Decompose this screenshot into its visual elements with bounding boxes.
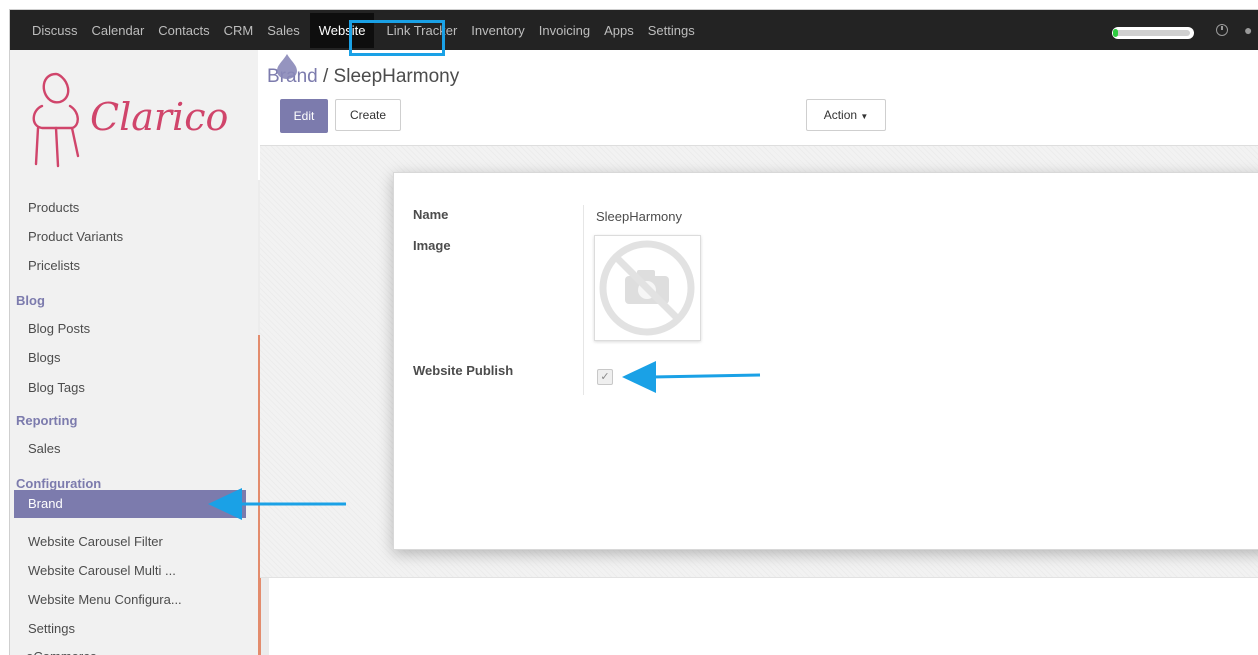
website-highlight-box xyxy=(349,20,445,56)
sidebar-item-ecommerce-label: eCommerce xyxy=(26,649,97,655)
website-publish-label: Website Publish xyxy=(413,363,514,378)
sidebar-item-settings[interactable]: Settings xyxy=(28,621,75,636)
logo-mark: Clarico xyxy=(32,72,228,168)
form-sheet: Name Image Website Publish SleepHarmony … xyxy=(393,172,1258,550)
progress-lead xyxy=(1113,29,1118,37)
sidebar-item-menu-configuration[interactable]: Website Menu Configura... xyxy=(28,592,182,607)
sidebar-item-blog-tags[interactable]: Blog Tags xyxy=(28,380,85,395)
action-dropdown-button[interactable]: Action ▼ xyxy=(806,99,886,131)
drop-cursor-icon xyxy=(277,54,297,79)
name-value: SleepHarmony xyxy=(596,209,682,224)
menu-settings[interactable]: Settings xyxy=(648,23,695,38)
app-window: Discuss Calendar Contacts CRM Sales Webs… xyxy=(9,9,1258,655)
top-menu-bar: Discuss Calendar Contacts CRM Sales Webs… xyxy=(10,10,1258,50)
website-publish-checkbox[interactable]: ✓ xyxy=(597,369,613,385)
menu-invoicing[interactable]: Invoicing xyxy=(539,23,590,38)
sidebar-item-pricelists[interactable]: Pricelists xyxy=(28,258,80,273)
menu-apps[interactable]: Apps xyxy=(604,23,634,38)
sidebar-item-brand-label: Brand xyxy=(28,496,63,511)
publish-annotation-arrow xyxy=(622,361,761,393)
menu-crm[interactable]: CRM xyxy=(224,23,254,38)
edit-button[interactable]: Edit xyxy=(280,99,328,133)
sidebar-item-product-variants[interactable]: Product Variants xyxy=(28,229,123,244)
menu-sales[interactable]: Sales xyxy=(267,23,300,38)
menu-calendar[interactable]: Calendar xyxy=(92,23,145,38)
sidebar-item-ecommerce[interactable]: ▶eCommerce xyxy=(14,649,97,655)
menu-discuss[interactable]: Discuss xyxy=(32,23,78,38)
menu-inventory[interactable]: Inventory xyxy=(471,23,524,38)
breadcrumb-separator: / xyxy=(322,66,329,87)
clock-icon[interactable] xyxy=(1216,24,1228,36)
image-field[interactable] xyxy=(594,235,701,341)
action-label: Action xyxy=(823,108,858,122)
sidebar-section-reporting[interactable]: Reporting xyxy=(16,413,77,428)
loading-progress-bar xyxy=(1112,27,1194,39)
menu-contacts[interactable]: Contacts xyxy=(158,23,209,38)
sidebar-item-carousel-filter[interactable]: Website Carousel Filter xyxy=(28,534,163,549)
gear-icon[interactable]: ● xyxy=(1244,22,1252,38)
sidebar: Clarico Products Product Variants Pricel… xyxy=(10,50,258,655)
sidebar-item-blogs[interactable]: Blogs xyxy=(28,350,61,365)
sidebar-item-carousel-multi[interactable]: Website Carousel Multi ... xyxy=(28,563,176,578)
form-column-divider xyxy=(583,205,584,395)
no-camera-icon xyxy=(599,240,695,336)
brand-annotation-arrow xyxy=(208,488,346,520)
sidebar-item-sales[interactable]: Sales xyxy=(28,441,61,456)
caret-down-icon: ▼ xyxy=(860,112,869,121)
sidebar-section-configuration[interactable]: Configuration xyxy=(16,476,101,491)
sidebar-item-blog-posts[interactable]: Blog Posts xyxy=(28,321,90,336)
image-label: Image xyxy=(413,238,451,253)
name-label: Name xyxy=(413,207,449,222)
create-button[interactable]: Create xyxy=(335,99,401,131)
logo-text: Clarico xyxy=(90,95,228,139)
sidebar-item-products[interactable]: Products xyxy=(28,200,79,215)
breadcrumb-current: SleepHarmony xyxy=(333,66,460,87)
clarico-logo: Clarico xyxy=(28,66,248,179)
progress-fill xyxy=(1115,30,1190,36)
sidebar-section-blog[interactable]: Blog xyxy=(16,293,45,308)
